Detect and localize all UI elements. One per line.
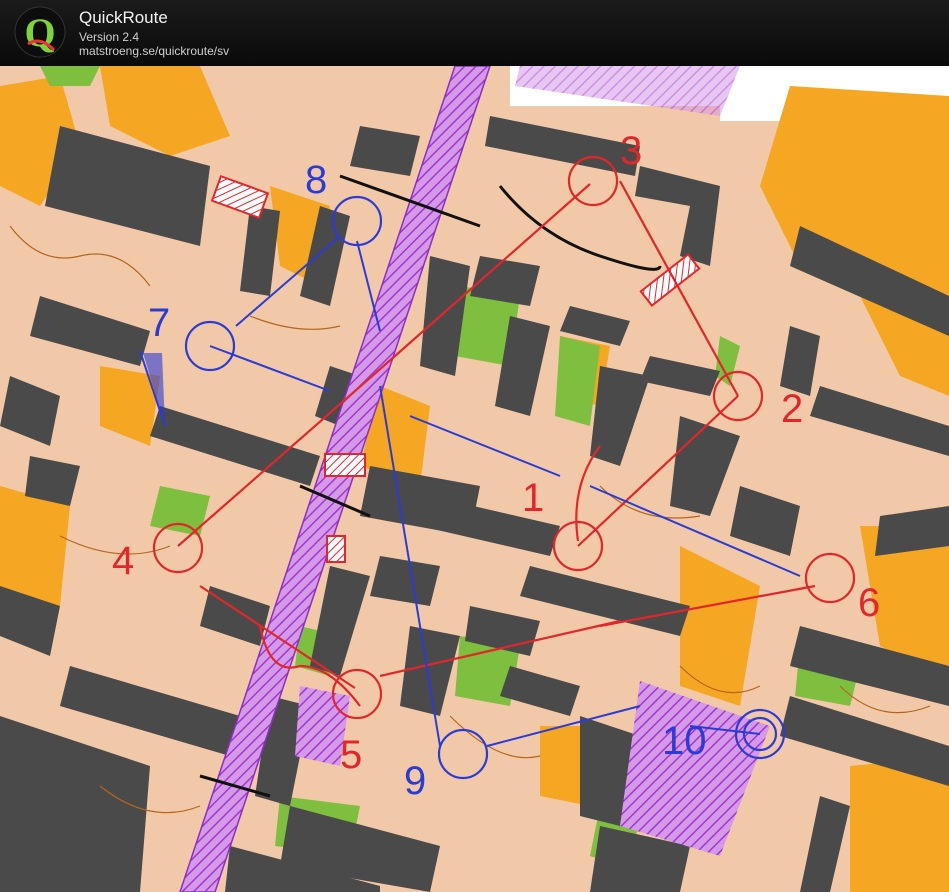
forbidden-crossing [326,535,346,563]
control-label-4: 4 [112,539,134,583]
control-label-8: 8 [305,158,327,202]
control-label-7: 7 [148,301,170,345]
app-version: Version 2.4 [79,30,140,44]
app-url: matstroeng.se/quickroute/sv [79,44,230,58]
control-label-2: 2 [781,387,803,431]
control-label-10: 10 [662,719,707,763]
control-label-5: 5 [340,733,362,777]
title-bar: Q QuickRoute Version 2.4 matstroeng.se/q… [0,0,949,66]
control-label-6: 6 [858,581,880,625]
map-canvas: 1 2 3 4 5 6 7 8 9 10 [0,66,949,892]
orienteering-map[interactable]: 1 2 3 4 5 6 7 8 9 10 [0,66,949,892]
app-name: QuickRoute [79,8,168,27]
control-label-1: 1 [522,476,544,520]
quickroute-logo-icon: Q [14,6,66,58]
control-label-3: 3 [620,129,642,173]
forbidden-crossing [324,453,366,477]
control-label-9: 9 [404,759,426,803]
